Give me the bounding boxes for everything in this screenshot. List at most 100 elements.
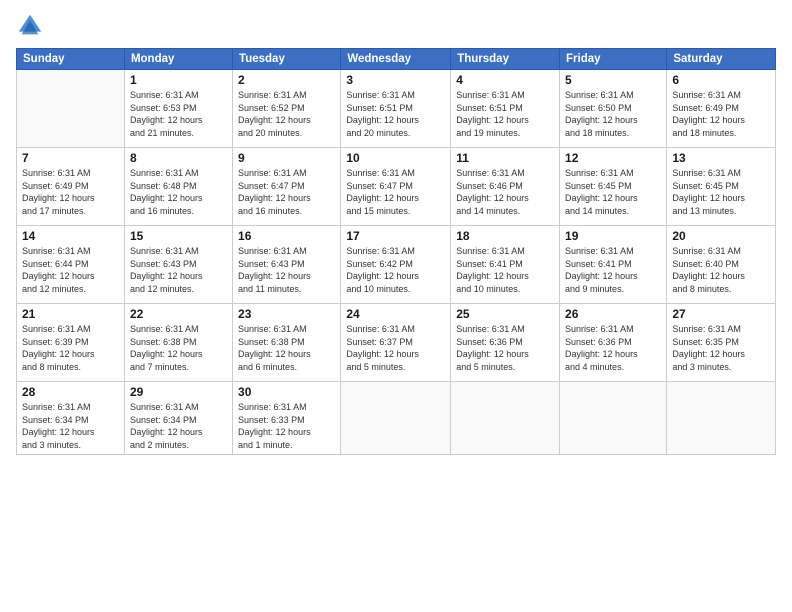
- day-number: 14: [22, 229, 119, 243]
- day-info: Sunrise: 6:31 AM Sunset: 6:38 PM Dayligh…: [130, 323, 227, 373]
- day-number: 8: [130, 151, 227, 165]
- day-info: Sunrise: 6:31 AM Sunset: 6:51 PM Dayligh…: [456, 89, 554, 139]
- calendar-cell: 24Sunrise: 6:31 AM Sunset: 6:37 PM Dayli…: [341, 304, 451, 382]
- weekday-header: Sunday: [17, 49, 125, 70]
- day-number: 18: [456, 229, 554, 243]
- day-number: 23: [238, 307, 335, 321]
- day-number: 16: [238, 229, 335, 243]
- day-number: 2: [238, 73, 335, 87]
- day-info: Sunrise: 6:31 AM Sunset: 6:47 PM Dayligh…: [238, 167, 335, 217]
- day-info: Sunrise: 6:31 AM Sunset: 6:41 PM Dayligh…: [456, 245, 554, 295]
- calendar-cell: 27 Sunrise: 6:31 AM Sunset: 6:35 PM Dayli…: [667, 304, 776, 382]
- day-number: 5: [565, 73, 661, 87]
- logo: [16, 12, 48, 40]
- calendar-cell: [451, 382, 560, 455]
- day-info: Sunrise: 6:31 AM Sunset: 6:34 PM Dayligh…: [22, 401, 119, 451]
- calendar-cell: 6 Sunrise: 6:31 AM Sunset: 6:49 PM Daylig…: [667, 70, 776, 148]
- day-number: 6: [672, 73, 770, 87]
- day-info: Sunrise: 6:31 AM Sunset: 6:33 PM Dayligh…: [238, 401, 335, 451]
- day-info: Sunrise: 6:31 AM Sunset: 6:42 PM Dayligh…: [346, 245, 445, 295]
- weekday-header: Saturday: [667, 49, 776, 70]
- day-info: Sunrise: 6:31 AM Sunset: 6:36 PM Dayligh…: [456, 323, 554, 373]
- calendar-cell: 29 Sunrise: 6:31 AM Sunset: 6:34 PM Dayli…: [124, 382, 232, 455]
- calendar-cell: 8 Sunrise: 6:31 AM Sunset: 6:48 PM Daylig…: [124, 148, 232, 226]
- day-number: 26: [565, 307, 661, 321]
- calendar-cell: 4Sunrise: 6:31 AM Sunset: 6:51 PM Daylig…: [451, 70, 560, 148]
- logo-icon: [16, 12, 44, 40]
- calendar-cell: 7 Sunrise: 6:31 AM Sunset: 6:49 PM Daylig…: [17, 148, 125, 226]
- calendar-cell: 28 Sunrise: 6:31 AM Sunset: 6:34 PM Dayli…: [17, 382, 125, 455]
- day-number: 10: [346, 151, 445, 165]
- day-info: Sunrise: 6:31 AM Sunset: 6:43 PM Dayligh…: [130, 245, 227, 295]
- day-number: 29: [130, 385, 227, 399]
- header: [16, 12, 776, 40]
- day-info: Sunrise: 6:31 AM Sunset: 6:46 PM Dayligh…: [456, 167, 554, 217]
- day-info: Sunrise: 6:31 AM Sunset: 6:47 PM Dayligh…: [346, 167, 445, 217]
- calendar-cell: 17 Sunrise: 6:31 AM Sunset: 6:42 PM Dayli…: [341, 226, 451, 304]
- calendar-cell: 10 Sunrise: 6:31 AM Sunset: 6:47 PM Dayli…: [341, 148, 451, 226]
- day-info: Sunrise: 6:31 AM Sunset: 6:45 PM Dayligh…: [672, 167, 770, 217]
- day-number: 13: [672, 151, 770, 165]
- day-info: Sunrise: 6:31 AM Sunset: 6:49 PM Dayligh…: [22, 167, 119, 217]
- day-info: Sunrise: 6:31 AM Sunset: 6:36 PM Dayligh…: [565, 323, 661, 373]
- calendar-cell: [667, 382, 776, 455]
- calendar-cell: 11Sunrise: 6:31 AM Sunset: 6:46 PM Dayli…: [451, 148, 560, 226]
- calendar-cell: 19Sunrise: 6:31 AM Sunset: 6:41 PM Dayli…: [560, 226, 667, 304]
- calendar-cell: 20 Sunrise: 6:31 AM Sunset: 6:40 PM Dayli…: [667, 226, 776, 304]
- day-info: Sunrise: 6:31 AM Sunset: 6:52 PM Dayligh…: [238, 89, 335, 139]
- weekday-header: Wednesday: [341, 49, 451, 70]
- calendar-cell: 18 Sunrise: 6:31 AM Sunset: 6:41 PM Dayli…: [451, 226, 560, 304]
- page: SundayMondayTuesdayWednesdayThursdayFrid…: [0, 0, 792, 612]
- calendar-cell: 12 Sunrise: 6:31 AM Sunset: 6:45 PM Dayli…: [560, 148, 667, 226]
- day-info: Sunrise: 6:31 AM Sunset: 6:38 PM Dayligh…: [238, 323, 335, 373]
- day-info: Sunrise: 6:31 AM Sunset: 6:53 PM Dayligh…: [130, 89, 227, 139]
- day-info: Sunrise: 6:31 AM Sunset: 6:50 PM Dayligh…: [565, 89, 661, 139]
- day-number: 3: [346, 73, 445, 87]
- calendar-cell: 30 Sunrise: 6:31 AM Sunset: 6:33 PM Dayli…: [233, 382, 341, 455]
- weekday-header: Friday: [560, 49, 667, 70]
- day-number: 7: [22, 151, 119, 165]
- day-number: 20: [672, 229, 770, 243]
- day-number: 12: [565, 151, 661, 165]
- day-info: Sunrise: 6:31 AM Sunset: 6:48 PM Dayligh…: [130, 167, 227, 217]
- calendar-cell: 13 Sunrise: 6:31 AM Sunset: 6:45 PM Dayli…: [667, 148, 776, 226]
- calendar-cell: [560, 382, 667, 455]
- day-number: 1: [130, 73, 227, 87]
- day-number: 15: [130, 229, 227, 243]
- day-number: 17: [346, 229, 445, 243]
- day-info: Sunrise: 6:31 AM Sunset: 6:51 PM Dayligh…: [346, 89, 445, 139]
- day-info: Sunrise: 6:31 AM Sunset: 6:41 PM Dayligh…: [565, 245, 661, 295]
- day-number: 27: [672, 307, 770, 321]
- day-info: Sunrise: 6:31 AM Sunset: 6:43 PM Dayligh…: [238, 245, 335, 295]
- calendar-cell: 23 Sunrise: 6:31 AM Sunset: 6:38 PM Dayli…: [233, 304, 341, 382]
- calendar-cell: 3 Sunrise: 6:31 AM Sunset: 6:51 PM Daylig…: [341, 70, 451, 148]
- weekday-header: Tuesday: [233, 49, 341, 70]
- day-number: 28: [22, 385, 119, 399]
- calendar-cell: 9 Sunrise: 6:31 AM Sunset: 6:47 PM Daylig…: [233, 148, 341, 226]
- day-info: Sunrise: 6:31 AM Sunset: 6:35 PM Dayligh…: [672, 323, 770, 373]
- day-info: Sunrise: 6:31 AM Sunset: 6:40 PM Dayligh…: [672, 245, 770, 295]
- day-info: Sunrise: 6:31 AM Sunset: 6:37 PM Dayligh…: [346, 323, 445, 373]
- calendar-cell: 21 Sunrise: 6:31 AM Sunset: 6:39 PM Dayli…: [17, 304, 125, 382]
- calendar-cell: [341, 382, 451, 455]
- day-number: 22: [130, 307, 227, 321]
- day-number: 30: [238, 385, 335, 399]
- calendar-cell: 25 Sunrise: 6:31 AM Sunset: 6:36 PM Dayli…: [451, 304, 560, 382]
- day-info: Sunrise: 6:31 AM Sunset: 6:39 PM Dayligh…: [22, 323, 119, 373]
- calendar-cell: 2 Sunrise: 6:31 AM Sunset: 6:52 PM Daylig…: [233, 70, 341, 148]
- calendar-cell: 1 Sunrise: 6:31 AM Sunset: 6:53 PM Daylig…: [124, 70, 232, 148]
- calendar-cell: 22 Sunrise: 6:31 AM Sunset: 6:38 PM Dayli…: [124, 304, 232, 382]
- calendar-cell: 26 Sunrise: 6:31 AM Sunset: 6:36 PM Dayli…: [560, 304, 667, 382]
- calendar-cell: 15 Sunrise: 6:31 AM Sunset: 6:43 PM Dayli…: [124, 226, 232, 304]
- day-info: Sunrise: 6:31 AM Sunset: 6:34 PM Dayligh…: [130, 401, 227, 451]
- day-info: Sunrise: 6:31 AM Sunset: 6:49 PM Dayligh…: [672, 89, 770, 139]
- calendar-cell: 5 Sunrise: 6:31 AM Sunset: 6:50 PM Daylig…: [560, 70, 667, 148]
- calendar-table: SundayMondayTuesdayWednesdayThursdayFrid…: [16, 48, 776, 455]
- day-number: 9: [238, 151, 335, 165]
- day-number: 21: [22, 307, 119, 321]
- calendar-cell: [17, 70, 125, 148]
- day-info: Sunrise: 6:31 AM Sunset: 6:45 PM Dayligh…: [565, 167, 661, 217]
- day-number: 25: [456, 307, 554, 321]
- calendar-cell: 16 Sunrise: 6:31 AM Sunset: 6:43 PM Dayli…: [233, 226, 341, 304]
- calendar-cell: 14Sunrise: 6:31 AM Sunset: 6:44 PM Dayli…: [17, 226, 125, 304]
